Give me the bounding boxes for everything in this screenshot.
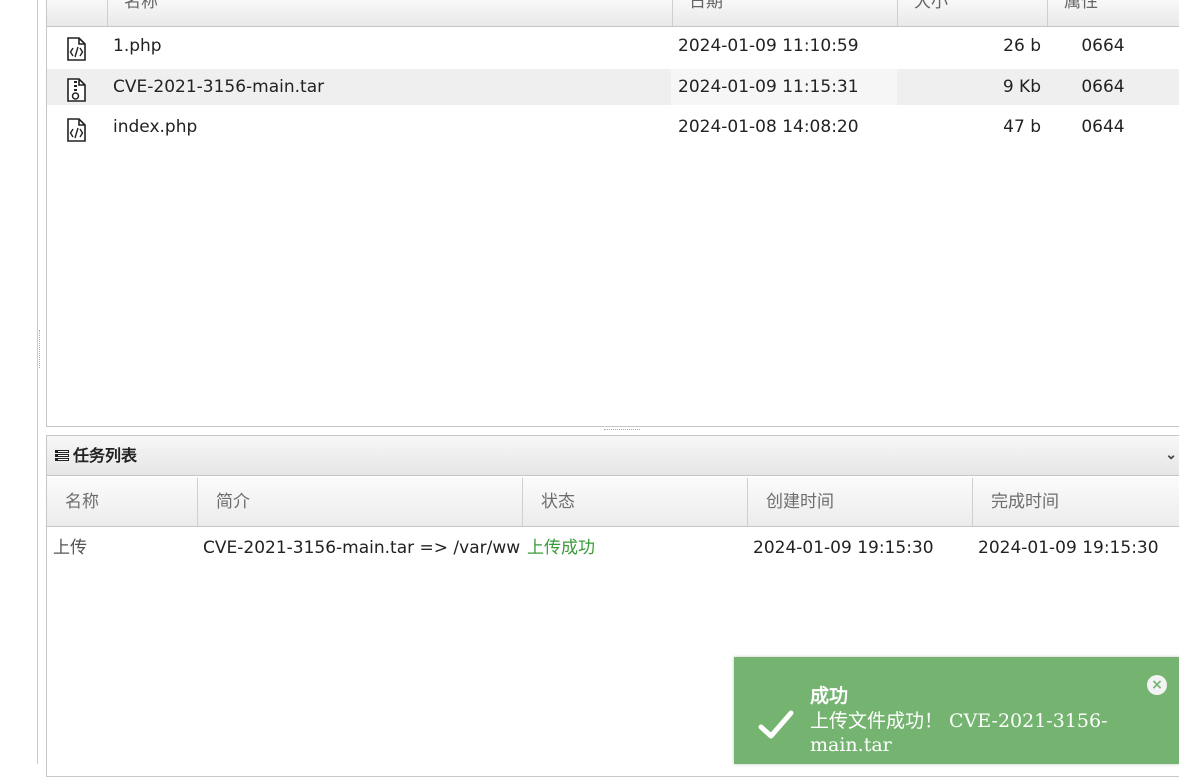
column-header-created[interactable]: 创建时间 — [747, 478, 972, 526]
task-created-time: 2024-01-09 19:15:30 — [753, 538, 934, 558]
file-attr[interactable]: 0664 — [1047, 69, 1153, 105]
file-name[interactable]: CVE-2021-3156-main.tar — [113, 69, 324, 105]
column-header-name[interactable]: 名称 — [47, 478, 197, 526]
task-row[interactable]: 上传 CVE-2021-3156-main.tar => /var/ww 上传成… — [47, 528, 1179, 568]
archive-file-icon — [67, 78, 86, 102]
task-panel-titlebar: 任务列表 ⌄ — [47, 436, 1179, 476]
panel-split-handle[interactable] — [604, 429, 640, 431]
file-size: 9 Kb — [1002, 77, 1041, 97]
toast-message: 上传文件成功！ CVE-2021-3156-main.tar — [810, 710, 1108, 756]
chevron-down-icon[interactable]: ⌄ — [1165, 436, 1177, 475]
close-icon[interactable]: × — [1147, 675, 1167, 695]
file-attr[interactable]: 0644 — [1047, 109, 1153, 145]
code-file-icon — [67, 118, 86, 142]
column-header-date[interactable]: 日期 — [672, 0, 897, 26]
toast-title: 成功 — [810, 685, 849, 707]
success-toast: 成功 上传文件成功！ CVE-2021-3156-main.tar × — [734, 657, 1179, 764]
task-desc: CVE-2021-3156-main.tar => /var/ww — [203, 538, 521, 558]
left-sidebar-strip — [0, 0, 38, 764]
column-header-done[interactable]: 完成时间 — [972, 478, 1179, 526]
sidebar-resize-handle[interactable] — [39, 330, 43, 368]
file-list-panel: 名称 日期 大小 属性 1.php 2024-01-09 11:10:59 26… — [46, 0, 1179, 427]
file-name[interactable]: 1.php — [113, 28, 162, 64]
list-icon — [55, 450, 69, 461]
file-table-header: 名称 日期 大小 属性 — [47, 0, 1179, 27]
task-status: 上传成功 — [527, 538, 595, 558]
task-table-header: 名称 简介 状态 创建时间 完成时间 — [47, 478, 1179, 527]
file-row[interactable]: 1.php 2024-01-09 11:10:59 26 b 0664 — [47, 28, 1179, 64]
file-size: 47 b — [1003, 117, 1041, 137]
file-attr[interactable]: 0664 — [1047, 28, 1153, 64]
file-date: 2024-01-09 11:10:59 — [678, 36, 859, 56]
file-row[interactable]: index.php 2024-01-08 14:08:20 47 b 0644 — [47, 109, 1179, 145]
column-header-size[interactable]: 大小 — [897, 0, 1047, 26]
code-file-icon — [67, 37, 86, 61]
file-date: 2024-01-08 14:08:20 — [678, 117, 859, 137]
check-icon — [758, 710, 794, 739]
column-header-desc[interactable]: 简介 — [197, 478, 522, 526]
column-header-status[interactable]: 状态 — [522, 478, 747, 526]
task-name: 上传 — [53, 538, 87, 558]
task-done-time: 2024-01-09 19:15:30 — [978, 538, 1159, 558]
column-header-attr[interactable]: 属性 — [1047, 0, 1179, 26]
file-date: 2024-01-09 11:15:31 — [678, 77, 859, 97]
column-header-name[interactable]: 名称 — [107, 0, 672, 26]
file-name[interactable]: index.php — [113, 109, 197, 145]
file-row[interactable]: CVE-2021-3156-main.tar 2024-01-09 11:15:… — [47, 69, 1179, 105]
task-panel-title: 任务列表 — [73, 446, 138, 465]
file-size: 26 b — [1003, 36, 1041, 56]
